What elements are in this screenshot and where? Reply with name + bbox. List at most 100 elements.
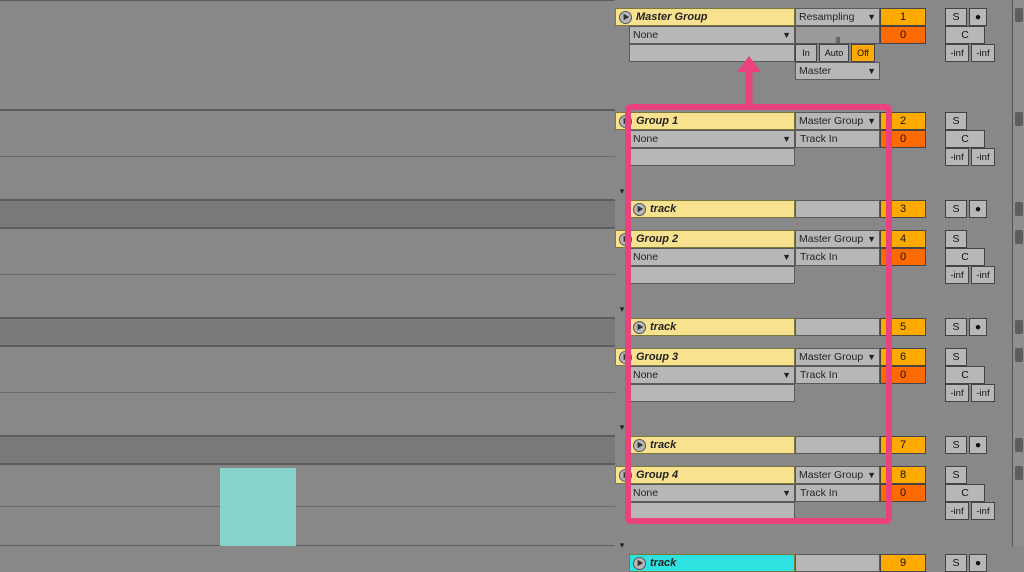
group-name: Group 1 bbox=[636, 115, 678, 127]
record-arm-button[interactable]: ● bbox=[969, 436, 987, 454]
monitor-off-button[interactable]: Off bbox=[851, 44, 875, 62]
track-header[interactable]: track bbox=[629, 200, 795, 218]
audio-to-select[interactable]: Master Group▼ bbox=[795, 348, 880, 366]
scrollbar-handle[interactable] bbox=[1015, 348, 1023, 362]
play-icon[interactable] bbox=[633, 203, 646, 216]
input-channel[interactable]: Track In bbox=[795, 248, 880, 266]
track-number[interactable]: 1 bbox=[880, 8, 926, 26]
solo-button[interactable]: S bbox=[945, 466, 967, 484]
cue-button[interactable]: C bbox=[945, 484, 985, 502]
solo-button[interactable]: S bbox=[945, 230, 967, 248]
audio-to-select[interactable]: Master Group▼ bbox=[795, 466, 880, 484]
chevron-down-icon[interactable]: ▾ bbox=[620, 540, 625, 551]
empty-slot[interactable] bbox=[629, 502, 795, 520]
group-header-master[interactable]: Master Group bbox=[615, 8, 795, 26]
solo-button[interactable]: S bbox=[945, 436, 967, 454]
chevron-down-icon[interactable]: ▾ bbox=[620, 186, 625, 197]
peak-level: -inf bbox=[971, 502, 995, 520]
midi-from-select[interactable]: None▼ bbox=[629, 484, 795, 502]
send-amount[interactable]: 0 bbox=[880, 130, 926, 148]
cue-button[interactable]: C bbox=[945, 130, 985, 148]
midi-from-select[interactable]: None▼ bbox=[629, 130, 795, 148]
send-amount[interactable]: 0 bbox=[880, 248, 926, 266]
scrollbar-handle[interactable] bbox=[1015, 466, 1023, 480]
play-icon[interactable] bbox=[633, 321, 646, 334]
input-channel[interactable]: Track In bbox=[795, 366, 880, 384]
audio-to-select[interactable]: Master Group▼ bbox=[795, 112, 880, 130]
empty-slot[interactable] bbox=[795, 436, 880, 454]
group-header[interactable]: Group 4 bbox=[615, 466, 795, 484]
cue-button[interactable]: C bbox=[945, 248, 985, 266]
empty-slot[interactable] bbox=[629, 148, 795, 166]
peak-level: -inf bbox=[945, 384, 969, 402]
peak-level: -inf bbox=[971, 44, 995, 62]
midi-clip[interactable] bbox=[220, 468, 296, 546]
solo-button[interactable]: S bbox=[945, 200, 967, 218]
empty-slot[interactable] bbox=[629, 44, 795, 62]
chevron-down-icon[interactable]: ▾ bbox=[620, 304, 625, 315]
scrollbar-handle[interactable] bbox=[1015, 202, 1023, 216]
audio-to-select[interactable]: Master Group▼ bbox=[795, 230, 880, 248]
cue-button[interactable]: C bbox=[945, 26, 985, 44]
solo-button[interactable]: S bbox=[945, 318, 967, 336]
input-channel[interactable]: Track In bbox=[795, 484, 880, 502]
scrollbar-vertical[interactable] bbox=[1012, 0, 1024, 546]
peak-level: -inf bbox=[945, 502, 969, 520]
fold-toggle-icon[interactable] bbox=[619, 115, 632, 128]
monitor-in-button[interactable]: In bbox=[795, 44, 817, 62]
empty-slot[interactable] bbox=[629, 266, 795, 284]
audio-to-select[interactable]: Resampling▼ bbox=[795, 8, 880, 26]
empty-slot[interactable] bbox=[795, 200, 880, 218]
scrollbar-handle[interactable] bbox=[1015, 320, 1023, 334]
audio-to-label: Master Group bbox=[799, 115, 863, 127]
scrollbar-handle[interactable] bbox=[1015, 112, 1023, 126]
scrollbar-handle[interactable] bbox=[1015, 438, 1023, 452]
record-arm-button[interactable]: ● bbox=[969, 554, 987, 572]
track-number[interactable]: 7 bbox=[880, 436, 926, 454]
monitor-auto-button[interactable]: Auto bbox=[819, 44, 849, 62]
group-header[interactable]: Group 1 bbox=[615, 112, 795, 130]
solo-button[interactable]: S bbox=[945, 112, 967, 130]
arrangement-area[interactable] bbox=[0, 0, 615, 546]
solo-button[interactable]: S bbox=[945, 8, 967, 26]
empty-slot[interactable] bbox=[629, 384, 795, 402]
fold-toggle-icon[interactable] bbox=[619, 11, 632, 24]
scrollbar-handle[interactable] bbox=[1015, 8, 1023, 22]
fold-toggle-icon[interactable] bbox=[619, 469, 632, 482]
peak-level: -inf bbox=[945, 148, 969, 166]
track-number[interactable]: 8 bbox=[880, 466, 926, 484]
fold-toggle-icon[interactable] bbox=[619, 351, 632, 364]
fold-toggle-icon[interactable] bbox=[619, 233, 632, 246]
input-channel[interactable]: Track In bbox=[795, 130, 880, 148]
group-header[interactable]: Group 3 bbox=[615, 348, 795, 366]
track-header[interactable]: track bbox=[629, 318, 795, 336]
midi-from-select[interactable]: None▼ bbox=[629, 366, 795, 384]
track-header[interactable]: track bbox=[629, 554, 795, 572]
record-arm-button[interactable]: ● bbox=[969, 200, 987, 218]
empty-slot[interactable] bbox=[795, 318, 880, 336]
play-icon[interactable] bbox=[633, 557, 646, 570]
solo-button[interactable]: S bbox=[945, 348, 967, 366]
scrollbar-handle[interactable] bbox=[1015, 230, 1023, 244]
track-number[interactable]: 6 bbox=[880, 348, 926, 366]
send-amount[interactable]: 0 bbox=[880, 484, 926, 502]
group-header[interactable]: Group 2 bbox=[615, 230, 795, 248]
midi-from-select[interactable]: None▼ bbox=[629, 248, 795, 266]
track-header[interactable]: track bbox=[629, 436, 795, 454]
record-arm-button[interactable]: ● bbox=[969, 8, 987, 26]
track-number[interactable]: 4 bbox=[880, 230, 926, 248]
cue-button[interactable]: C bbox=[945, 366, 985, 384]
chevron-down-icon[interactable]: ▾ bbox=[620, 422, 625, 433]
track-number[interactable]: 5 bbox=[880, 318, 926, 336]
record-arm-button[interactable]: ● bbox=[969, 318, 987, 336]
send-amount[interactable]: 0 bbox=[880, 26, 926, 44]
track-number[interactable]: 3 bbox=[880, 200, 926, 218]
midi-from-select[interactable]: None▼ bbox=[629, 26, 795, 44]
track-number[interactable]: 9 bbox=[880, 554, 926, 572]
play-icon[interactable] bbox=[633, 439, 646, 452]
solo-button[interactable]: S bbox=[945, 554, 967, 572]
empty-slot[interactable] bbox=[795, 554, 880, 572]
send-amount[interactable]: 0 bbox=[880, 366, 926, 384]
output-select[interactable]: Master▼ bbox=[795, 62, 880, 80]
track-number[interactable]: 2 bbox=[880, 112, 926, 130]
